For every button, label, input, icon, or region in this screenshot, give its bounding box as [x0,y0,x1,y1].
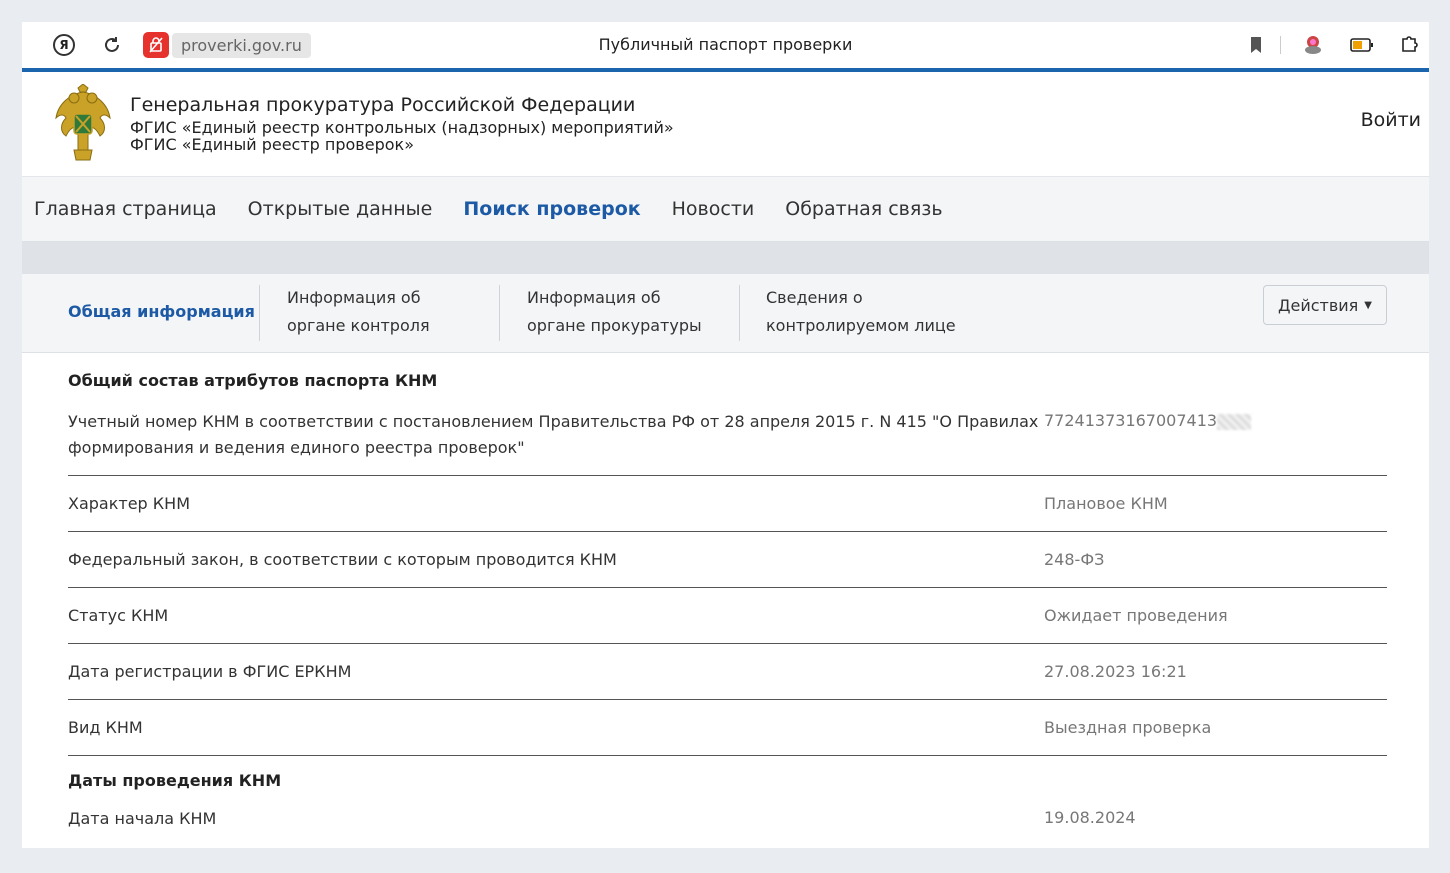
tab-label: контролируемом лице [766,316,956,335]
redacted-block [1217,413,1252,430]
field-value: Плановое КНМ [1044,494,1168,513]
battery-icon[interactable] [1350,33,1374,57]
table-row: Статус КНМ Ожидает проведения [68,588,1387,644]
table-row: Вид КНМ Выездная проверка [68,700,1387,756]
field-value: Ожидает проведения [1044,606,1228,625]
field-value: 248-ФЗ [1044,550,1105,569]
passport-tabs: Общая информация Информация об органе ко… [22,274,1429,353]
field-label: Федеральный закон, в соответствии с кото… [68,549,617,569]
tab-divider [259,285,260,341]
table-row: Федеральный закон, в соответствии с кото… [68,532,1387,588]
table-row: Дата регистрации в ФГИС ЕРКНМ 27.08.2023… [68,644,1387,700]
field-label: Дата начала КНМ [68,809,217,828]
tab-control-body[interactable]: Информация об органе контроля [287,284,430,340]
record-number-value: 77241373167007413 [1044,411,1218,430]
field-label: Статус КНМ [68,605,169,625]
tab-divider [739,285,740,341]
field-value: 77241373167007413 [1044,409,1252,430]
divider-band [22,242,1429,274]
main-navigation: Главная страница Открытые данные Поиск п… [22,177,1429,242]
nav-item-open-data[interactable]: Открытые данные [248,198,433,220]
site-header: Генеральная прокуратура Российской Федер… [22,72,1429,177]
actions-dropdown-button[interactable]: Действия ▼ [1263,285,1387,325]
nav-item-search-inspections[interactable]: Поиск проверок [463,198,640,220]
emblem-logo[interactable] [50,83,116,162]
nav-item-home[interactable]: Главная страница [34,198,217,220]
table-row: Дата начала КНМ 19.08.2024 [68,806,1387,848]
tab-label: Информация об [287,288,421,307]
tab-label: органе контроля [287,316,430,335]
tab-label: Информация об [527,288,661,307]
browser-window: Я proverki.gov.ru Публичный паспорт пров… [22,22,1429,848]
bookmark-icon[interactable] [1244,33,1268,57]
field-label: Дата регистрации в ФГИС ЕРКНМ [68,661,352,681]
caret-down-icon: ▼ [1364,299,1372,311]
field-label: Учетный номер КНМ в соответствии с поста… [68,412,1039,457]
actions-label: Действия [1277,295,1359,315]
org-subtitle: ФГИС «Единый реестр проверок» [130,135,414,154]
section-title: Общий состав атрибутов паспорта КНМ [68,371,438,390]
page-tab-title: Публичный паспорт проверки [598,35,853,54]
tab-divider [499,285,500,341]
table-row: Характер КНМ Плановое КНМ [68,476,1387,532]
org-title: Генеральная прокуратура Российской Федер… [130,94,636,116]
section-title: Даты проведения КНМ [68,771,282,790]
nav-item-news[interactable]: Новости [672,198,755,220]
login-link[interactable]: Войти [1361,109,1421,131]
nav-item-feedback[interactable]: Обратная связь [785,198,942,220]
tab-controlled-person[interactable]: Сведения о контролируемом лице [766,284,956,340]
puzzle-icon[interactable] [1398,33,1422,57]
tab-label: Сведения о [766,288,863,307]
field-label: Вид КНМ [68,717,143,737]
tab-prosecutor-body[interactable]: Информация об органе прокуратуры [527,284,702,340]
tab-label: органе прокуратуры [527,316,702,335]
field-value: 19.08.2024 [1044,808,1136,827]
tab-general-info[interactable]: Общая информация [68,284,255,340]
field-label: Характер КНМ [68,493,190,513]
extension-icon[interactable] [1301,33,1325,57]
passport-content: Общий состав атрибутов паспорта КНМ Учет… [22,353,1429,848]
field-value: 27.08.2023 16:21 [1044,662,1187,681]
toolbar-divider [1280,36,1281,54]
table-row: Учетный номер КНМ в соответствии с поста… [68,409,1387,476]
browser-toolbar: Я proverki.gov.ru Публичный паспорт пров… [22,22,1429,72]
field-value: Выездная проверка [1044,718,1212,737]
